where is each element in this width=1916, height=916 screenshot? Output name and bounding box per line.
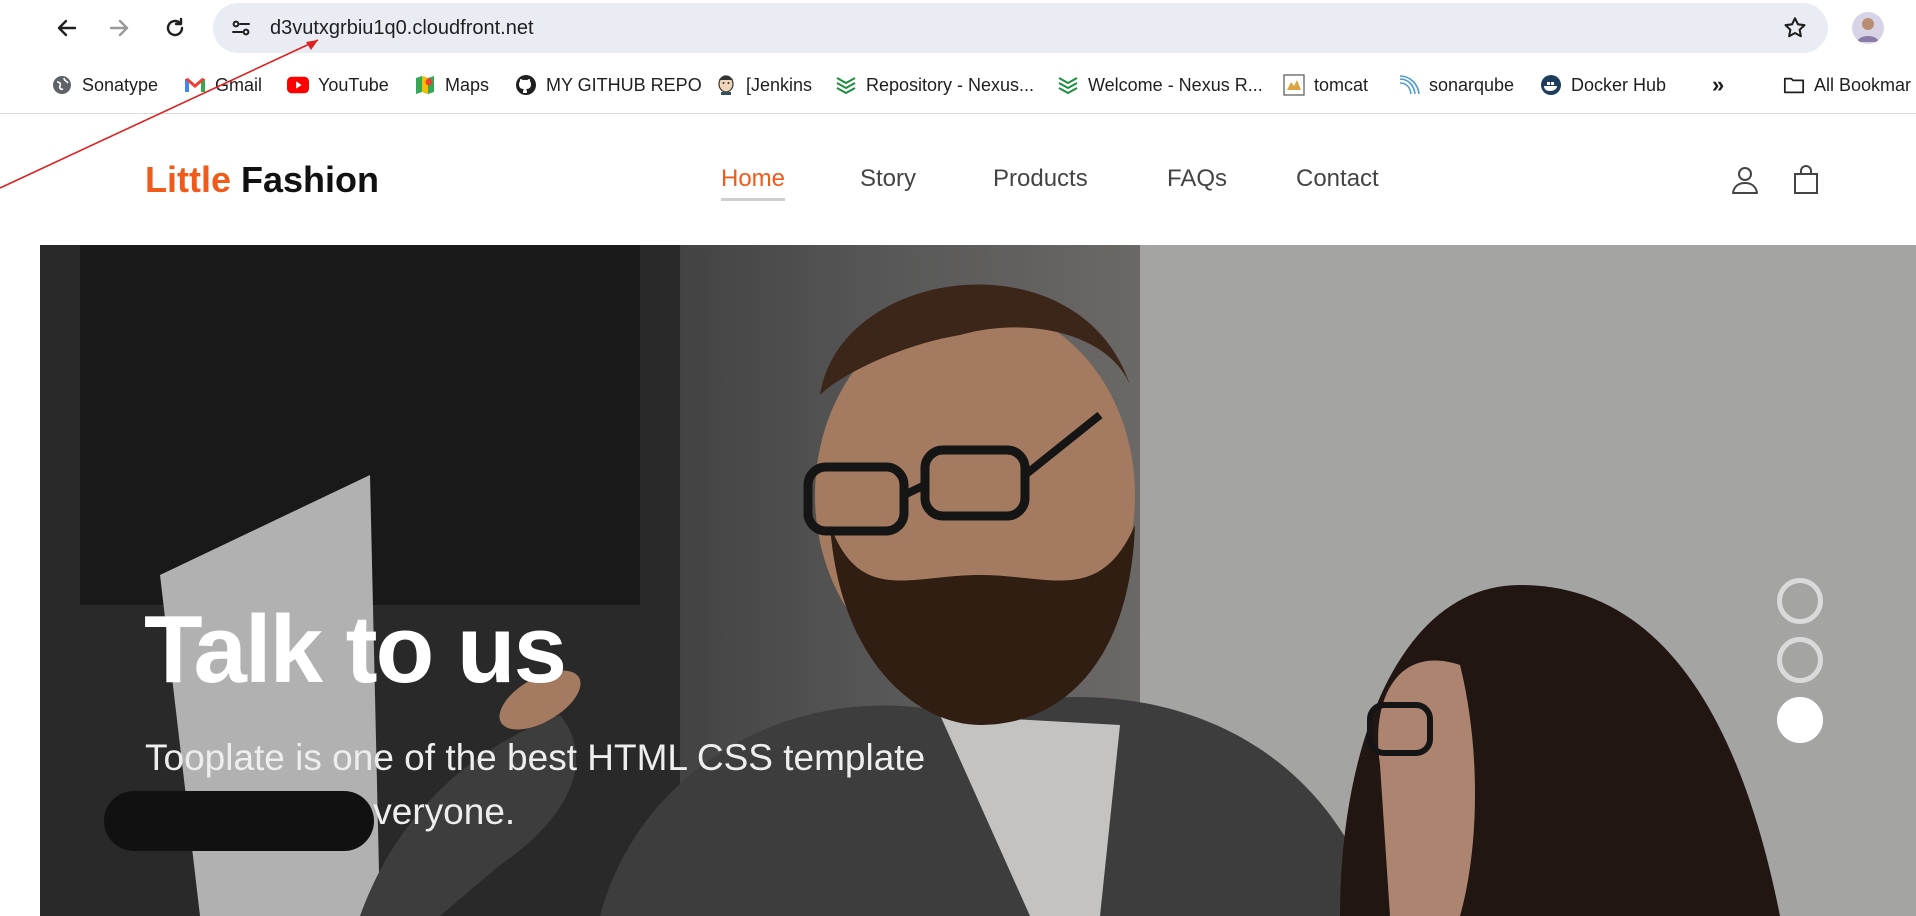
- bookmark-label: Repository - Nexus...: [866, 74, 1035, 95]
- bookmarks-overflow-button[interactable]: »: [1712, 68, 1724, 102]
- site-settings-icon: [232, 20, 250, 36]
- forward-button[interactable]: [101, 10, 137, 46]
- globe-icon: [51, 74, 73, 96]
- nav-home[interactable]: Home: [721, 165, 786, 201]
- bookmark-star-icon: [1784, 17, 1806, 38]
- brand-logo[interactable]: Little Fashion: [145, 159, 379, 201]
- bookmark-label: tomcat: [1314, 74, 1369, 95]
- bookmark-label: Maps: [445, 74, 490, 95]
- shopping-bag-button[interactable]: [1789, 163, 1823, 197]
- nav-faqs[interactable]: FAQs: [1167, 165, 1227, 193]
- address-bar[interactable]: d3vutxgrbiu1q0.cloudfront.net: [213, 3, 1828, 53]
- docker-icon: [1540, 74, 1562, 96]
- nav-story[interactable]: Story: [860, 165, 916, 193]
- all-bookmarks-label: All Bookmar: [1814, 74, 1912, 95]
- site-header: Little Fashion Home Story Products FAQs …: [40, 115, 1916, 245]
- back-button[interactable]: [49, 10, 85, 46]
- gmail-icon: [184, 74, 206, 96]
- youtube-icon: [287, 74, 309, 96]
- site-settings-button[interactable]: [223, 10, 259, 46]
- bookmark-tomcat[interactable]: tomcat: [1283, 68, 1368, 102]
- bookmark-label: Sonatype: [82, 74, 159, 95]
- bookmark-jenkins[interactable]: [Jenkins: [715, 68, 812, 102]
- user-account-button[interactable]: [1728, 163, 1762, 197]
- jenkins-icon: [715, 74, 737, 96]
- avatar-icon: [1857, 18, 1879, 42]
- profile-avatar[interactable]: [1852, 12, 1884, 44]
- bookmark-nexus-welcome[interactable]: Welcome - Nexus R...: [1057, 68, 1263, 102]
- nav-contact[interactable]: Contact: [1296, 165, 1379, 193]
- bookmark-label: Welcome - Nexus R...: [1088, 74, 1263, 95]
- bookmark-youtube[interactable]: YouTube: [287, 68, 389, 102]
- bookmark-label: Gmail: [215, 74, 263, 95]
- slide-indicator-2[interactable]: [1777, 637, 1823, 683]
- bookmark-label: sonarqube: [1429, 74, 1515, 95]
- bookmark-label: MY GITHUB REPO: [546, 74, 702, 95]
- bookmark-nexus-repository[interactable]: Repository - Nexus...: [835, 68, 1034, 102]
- reload-button[interactable]: [157, 10, 193, 46]
- browser-toolbar: d3vutxgrbiu1q0.cloudfront.net: [0, 0, 1916, 56]
- bookmark-sonatype[interactable]: Sonatype: [51, 68, 158, 102]
- nexus-icon: [835, 74, 857, 96]
- reload-icon: [166, 17, 184, 37]
- sonarqube-icon: [1398, 74, 1420, 96]
- hero-cta-button[interactable]: [104, 791, 374, 851]
- bookmark-gmail[interactable]: Gmail: [184, 68, 262, 102]
- bookmark-label: [Jenkins: [746, 74, 813, 95]
- forward-icon: [109, 19, 129, 37]
- url-text[interactable]: d3vutxgrbiu1q0.cloudfront.net: [270, 3, 534, 53]
- maps-icon: [414, 74, 436, 96]
- bookmark-label: YouTube: [318, 74, 389, 95]
- nexus-icon: [1057, 74, 1079, 96]
- github-icon: [515, 74, 537, 96]
- bookmarks-bar: Sonatype Gmail YouTube Maps MY GITHUB RE…: [0, 56, 1916, 114]
- folder-icon: [1783, 74, 1805, 96]
- bookmark-star-button[interactable]: [1778, 11, 1812, 45]
- shopping-bag-icon: [1794, 165, 1818, 194]
- brand-part-1: Little: [145, 159, 231, 200]
- back-icon: [57, 19, 77, 37]
- hero-title: Talk to us: [144, 596, 567, 703]
- brand-part-2: Fashion: [241, 159, 380, 200]
- bookmark-maps[interactable]: Maps: [414, 68, 489, 102]
- nav-products[interactable]: Products: [993, 165, 1088, 193]
- bookmark-label: Docker Hub: [1571, 74, 1667, 95]
- slide-indicator-3[interactable]: [1777, 697, 1823, 743]
- user-icon: [1732, 167, 1758, 194]
- bookmark-sonarqube[interactable]: sonarqube: [1398, 68, 1514, 102]
- slide-indicator-1[interactable]: [1777, 578, 1823, 624]
- all-bookmarks-button[interactable]: All Bookmar: [1783, 68, 1911, 102]
- bookmark-docker-hub[interactable]: Docker Hub: [1540, 68, 1666, 102]
- tomcat-icon: [1283, 74, 1305, 96]
- bookmark-github[interactable]: MY GITHUB REPO: [515, 68, 702, 102]
